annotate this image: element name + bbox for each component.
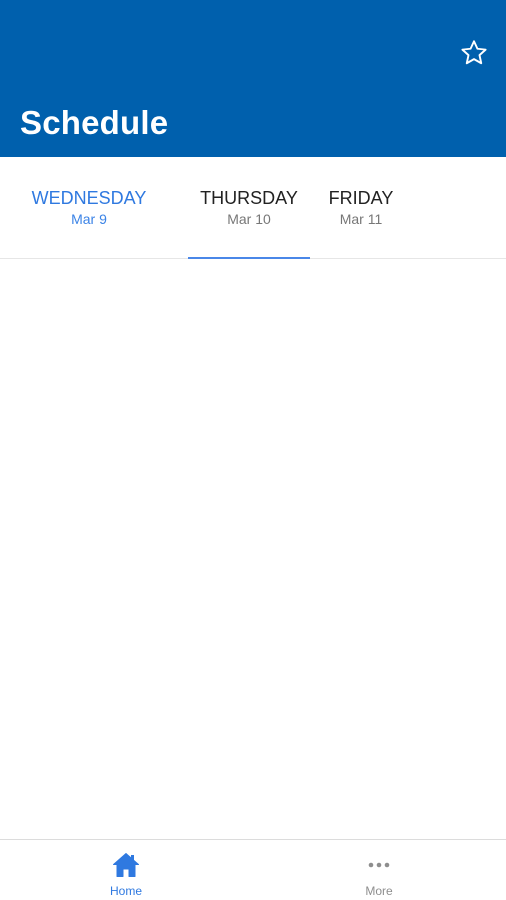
tabbar-item-home[interactable]: Home — [66, 840, 186, 900]
tab-wednesday[interactable]: WEDNESDAY Mar 9 — [28, 157, 150, 258]
schedule-content — [0, 259, 506, 840]
favorite-button[interactable] — [458, 37, 490, 69]
page-title: Schedule — [20, 104, 169, 141]
tabbar-item-more[interactable]: More — [319, 840, 439, 900]
tab-day-label: WEDNESDAY — [31, 188, 147, 208]
bottom-tab-bar: Home More — [0, 839, 506, 900]
day-tabs: WEDNESDAY Mar 9 THURSDAY Mar 10 FRIDAY M… — [0, 157, 506, 259]
header: Schedule — [0, 0, 506, 157]
more-dots-icon — [368, 862, 390, 868]
tab-day-label: THURSDAY — [200, 188, 298, 208]
tabbar-label: More — [365, 884, 393, 898]
home-icon — [113, 853, 139, 877]
tab-date-label: Mar 11 — [339, 211, 383, 227]
tab-date-label: Mar 10 — [227, 211, 271, 227]
tabbar-label: Home — [109, 884, 142, 898]
tab-day-label: FRIDAY — [328, 188, 394, 208]
tab-friday[interactable]: FRIDAY Mar 11 — [322, 157, 400, 258]
tab-date-label: Mar 9 — [71, 211, 107, 227]
tab-thursday[interactable]: THURSDAY Mar 10 — [188, 157, 310, 259]
star-outline-icon — [461, 40, 487, 65]
